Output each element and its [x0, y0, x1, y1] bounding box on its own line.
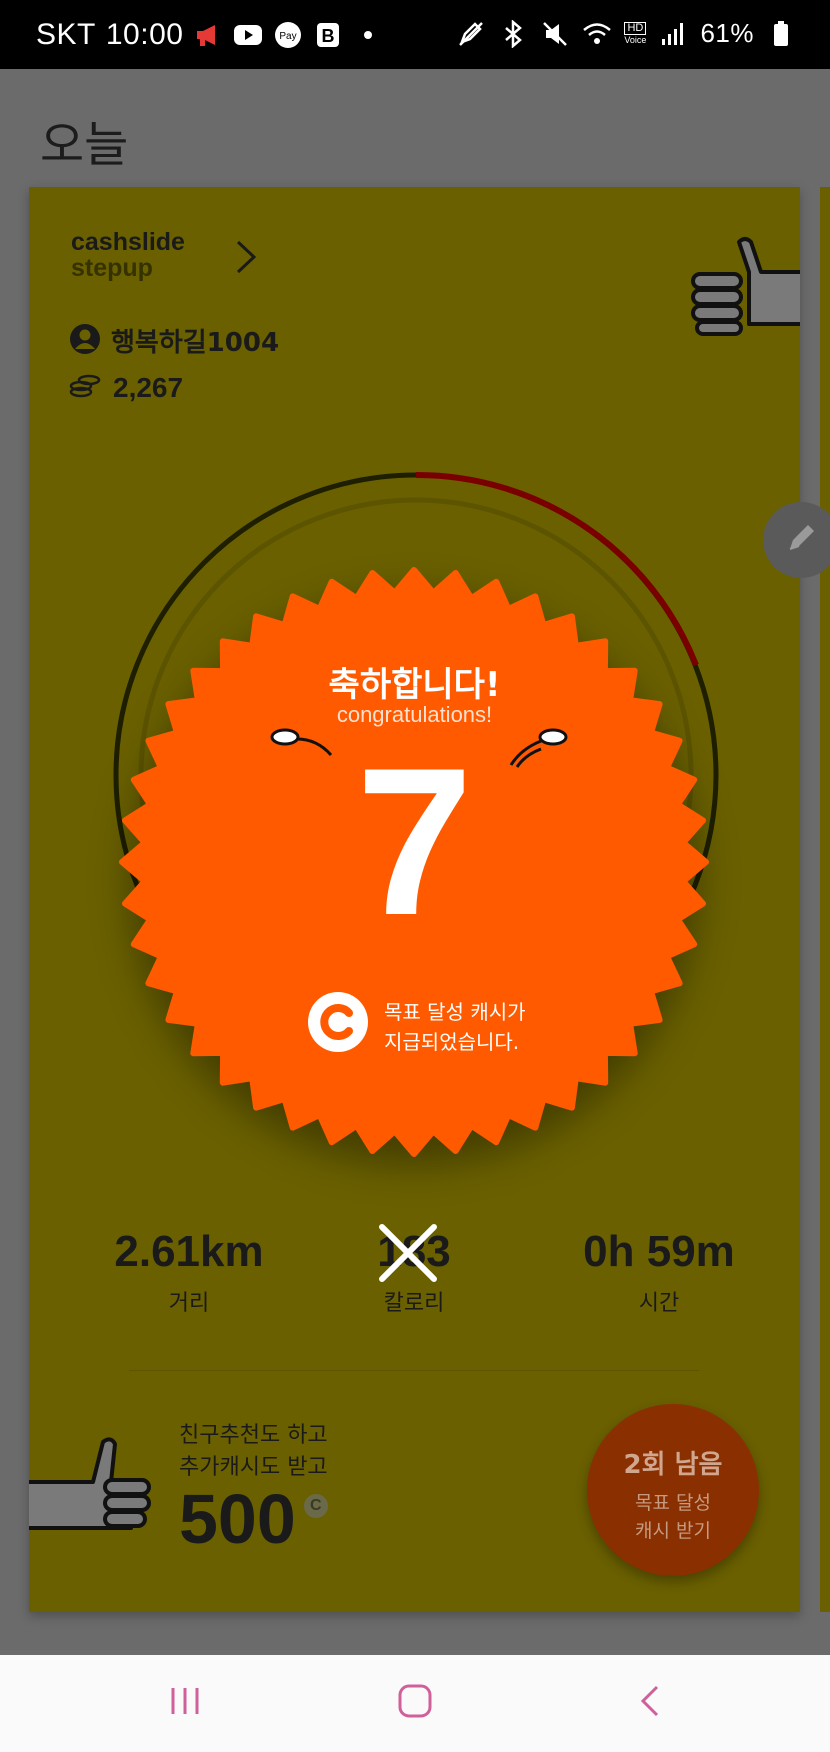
divider — [129, 1370, 699, 1371]
distance-stat: 2.61km 거리 — [69, 1227, 309, 1317]
congrats-title: 축하합니다! — [328, 665, 501, 705]
wifi-icon — [582, 19, 612, 49]
time-label: 시간 — [638, 1291, 680, 1316]
battery-icon — [766, 19, 796, 49]
svg-text:Pay: Pay — [280, 31, 297, 42]
username: 행복하길1004 — [111, 328, 280, 358]
battery-percent: 61% — [700, 18, 754, 48]
time-stat: 0h 59m 시간 — [559, 1227, 759, 1317]
system-nav-bar — [0, 1655, 830, 1752]
goal-number: 7 — [356, 724, 473, 959]
status-bar: SKT 10:00 Pay B HD Voice 61% — [0, 0, 830, 69]
coin-balance: 2,267 — [69, 372, 183, 404]
youtube-icon — [233, 20, 263, 50]
back-chevron-icon — [638, 1684, 662, 1722]
signal-icon — [658, 19, 688, 49]
pay-icon: Pay — [273, 20, 303, 50]
mute-icon — [540, 19, 570, 49]
pencil-icon — [784, 521, 818, 559]
close-x-icon[interactable] — [376, 1221, 440, 1289]
cash-c-icon — [307, 991, 369, 1057]
carrier-label: SKT — [36, 18, 96, 51]
time-value: 0h 59m — [583, 1227, 735, 1276]
next-card-peek[interactable] — [820, 187, 830, 1612]
notification-dot-icon — [353, 20, 383, 50]
referral-promo[interactable]: 친구추천도 하고 추가캐시도 받고 500 C — [179, 1420, 328, 1554]
bluetooth-icon — [498, 19, 528, 49]
home-icon — [397, 1683, 433, 1723]
pen-off-icon — [456, 19, 486, 49]
claim-remaining: 2회 남음 — [623, 1450, 723, 1480]
b-app-icon: B — [313, 20, 343, 50]
back-button[interactable] — [625, 1683, 675, 1723]
coin-stack-icon — [69, 372, 101, 404]
calorie-stat: 183 칼로리 — [319, 1224, 509, 1317]
svg-text:B: B — [322, 26, 335, 46]
distance-label: 거리 — [168, 1291, 210, 1316]
brand-link[interactable]: cashslide stepup — [71, 229, 185, 281]
page-title: 오늘 — [40, 117, 129, 173]
edit-button[interactable] — [763, 502, 830, 578]
promo-line-1: 친구추천도 하고 — [179, 1423, 328, 1448]
cash-paid-message: 목표 달성 캐시가 지급되었습니다. — [384, 1000, 526, 1054]
hd-voice-icon: HD Voice — [624, 21, 647, 45]
megaphone-icon — [193, 20, 223, 50]
home-button[interactable] — [390, 1683, 440, 1723]
chevron-right-icon[interactable] — [234, 239, 258, 279]
recents-icon — [168, 1685, 202, 1721]
calorie-label: 칼로리 — [383, 1291, 445, 1316]
stepup-card: cashslide stepup 행복하길1004 2,267 축하합니다! c… — [29, 187, 800, 1612]
thumbs-up-icon — [689, 232, 800, 346]
user-avatar-icon — [69, 323, 101, 359]
cash-unit-badge: C — [303, 1494, 328, 1518]
thumbs-up-bottom-icon — [29, 1432, 157, 1546]
distance-value: 2.61km — [114, 1227, 264, 1276]
stats-row: 2.61km 거리 183 칼로리 0h 59m 시간 — [29, 1224, 800, 1347]
brand-name: cashslide — [71, 228, 185, 256]
promo-amount: 500 C — [179, 1484, 328, 1554]
claim-cash-button[interactable]: 2회 남음 목표 달성 캐시 받기 — [587, 1404, 759, 1576]
user-row: 행복하길1004 — [69, 322, 279, 359]
claim-label: 목표 달성 캐시 받기 — [635, 1492, 711, 1542]
brand-sub: stepup — [71, 254, 153, 282]
recents-button[interactable] — [160, 1683, 210, 1723]
clock: 10:00 — [105, 18, 184, 51]
coin-value: 2,267 — [113, 372, 184, 403]
